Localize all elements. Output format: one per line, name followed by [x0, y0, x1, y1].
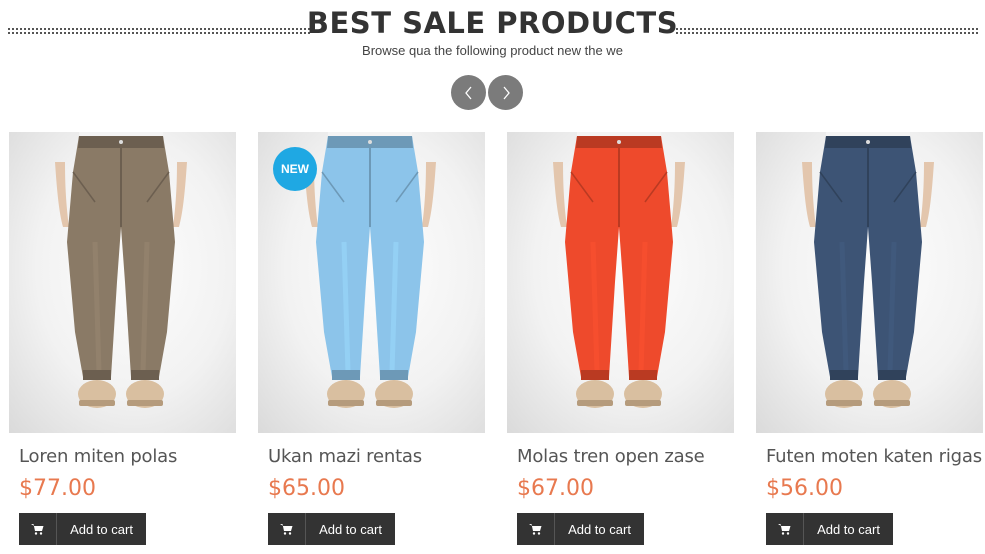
product-image[interactable]: [507, 132, 734, 433]
product-image[interactable]: [756, 132, 983, 433]
add-to-cart-label: Add to cart: [568, 521, 631, 537]
product-price: $67.00: [517, 476, 594, 501]
product-name[interactable]: Loren miten polas: [19, 446, 177, 467]
carousel-prev-button[interactable]: [451, 75, 486, 110]
section-subtitle: Browse qua the following product new the…: [362, 43, 623, 58]
add-to-cart-label: Add to cart: [817, 521, 880, 537]
pants-illustration: [553, 132, 685, 408]
chevron-left-icon: [464, 86, 471, 99]
cart-icon: [517, 513, 555, 545]
carousel-next-button[interactable]: [488, 75, 523, 110]
add-to-cart-button[interactable]: Add to cart: [19, 513, 146, 545]
pants-illustration: [55, 132, 187, 408]
product-price: $65.00: [268, 476, 345, 501]
carousel-nav: [451, 75, 523, 110]
product-card: Loren miten polas $77.00 Add to cart: [9, 132, 236, 545]
product-name[interactable]: Ukan mazi rentas: [268, 446, 422, 467]
cart-icon: [268, 513, 306, 545]
chevron-right-icon: [503, 86, 510, 99]
add-to-cart-button[interactable]: Add to cart: [268, 513, 395, 545]
add-to-cart-label: Add to cart: [319, 521, 382, 537]
product-name[interactable]: Futen moten katen rigas: [766, 446, 982, 467]
pants-illustration: [802, 132, 934, 408]
add-to-cart-button[interactable]: Add to cart: [517, 513, 644, 545]
section-title: BEST SALE PRODUCTS: [306, 6, 679, 40]
cart-icon: [766, 513, 804, 545]
add-to-cart-label: Add to cart: [70, 521, 133, 537]
product-image[interactable]: NEW: [258, 132, 485, 433]
product-card: Futen moten katen rigas $56.00 Add to ca…: [756, 132, 983, 545]
new-badge: NEW: [273, 147, 317, 191]
cart-icon: [19, 513, 57, 545]
product-card: Molas tren open zase $67.00 Add to cart: [507, 132, 734, 545]
product-card: NEW Ukan mazi rentas $65.00 Add to cart: [258, 132, 485, 545]
product-price: $77.00: [19, 476, 96, 501]
add-to-cart-button[interactable]: Add to cart: [766, 513, 893, 545]
product-image[interactable]: [9, 132, 236, 433]
product-name[interactable]: Molas tren open zase: [517, 446, 705, 467]
product-price: $56.00: [766, 476, 843, 501]
